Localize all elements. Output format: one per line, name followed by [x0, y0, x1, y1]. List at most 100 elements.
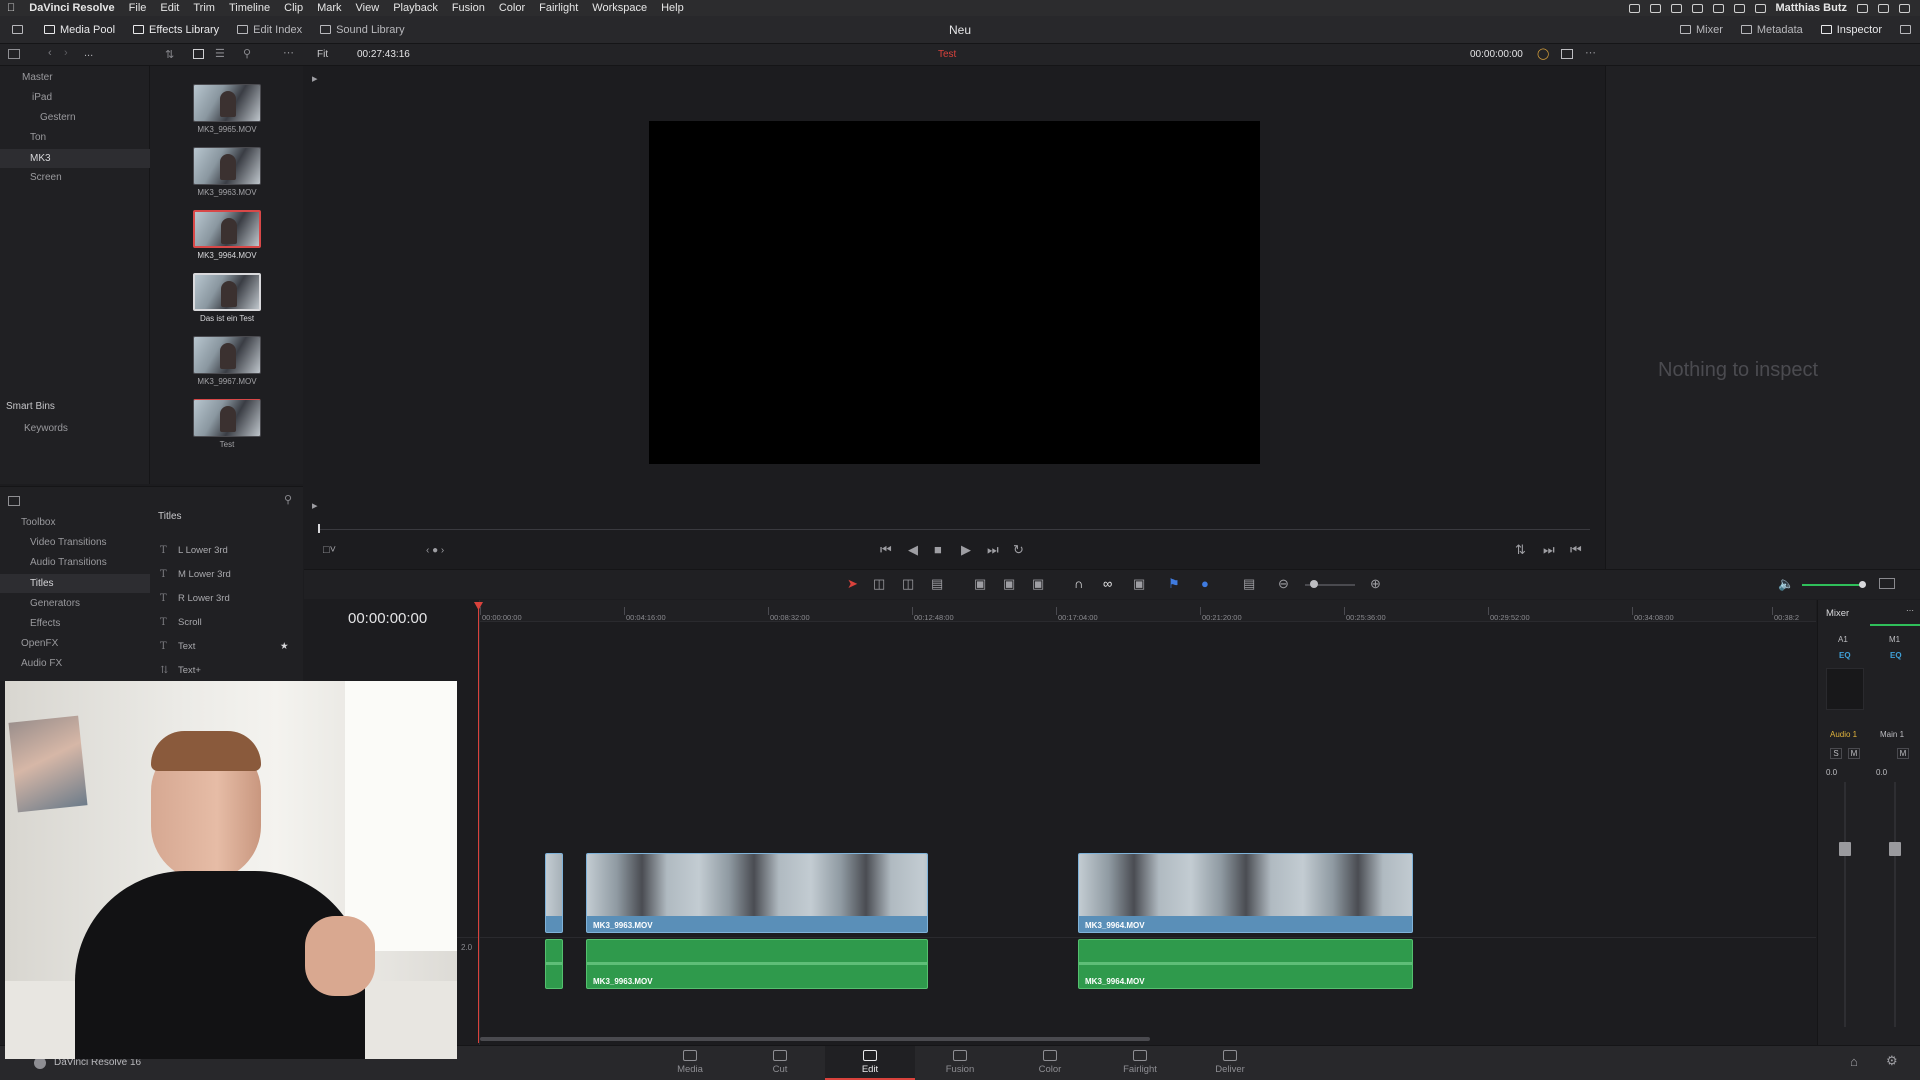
toolbox-audiofx[interactable]: Audio FX — [21, 658, 62, 669]
toolbox-titles[interactable]: Titles — [0, 574, 150, 593]
audio-clip[interactable]: MK3_9963.MOV — [586, 939, 928, 989]
replace-clip-icon[interactable]: ▣ — [1032, 576, 1044, 592]
title-item[interactable]: T M Lower 3rd — [160, 569, 231, 580]
page-tab-fairlight[interactable]: Fairlight — [1095, 1046, 1185, 1080]
title-item[interactable]: T Scroll — [160, 617, 202, 628]
title-item[interactable]: T Text ★ — [160, 641, 289, 652]
bin-list-toggle-icon[interactable] — [8, 49, 20, 59]
page-tab-fusion[interactable]: Fusion — [915, 1046, 1005, 1080]
viewer-fit-select[interactable]: Fit — [317, 49, 328, 60]
timeline-ruler[interactable] — [480, 600, 1816, 622]
viewer-sync-icon[interactable]: ◯ — [1537, 47, 1549, 60]
more-options-icon[interactable]: ⋯ — [283, 46, 294, 59]
viewer-frame[interactable] — [649, 121, 1260, 464]
time-machine-icon[interactable] — [1691, 3, 1703, 13]
clock-icon[interactable] — [1754, 3, 1766, 13]
toolbox-video-transitions[interactable]: Video Transitions — [30, 537, 107, 548]
clip-item[interactable]: Test — [192, 399, 262, 449]
clip-item[interactable]: MK3_9965.MOV — [192, 84, 262, 134]
viewer-side-toggle-icon[interactable]: ▸ — [312, 72, 318, 85]
audio-clip[interactable]: MK3_9964.MOV — [1078, 939, 1413, 989]
spotlight-search-icon[interactable] — [1857, 3, 1868, 13]
bin-master[interactable]: Master — [22, 72, 53, 83]
loop-icon[interactable]: ↻ — [1013, 542, 1024, 558]
mute-button[interactable]: M — [1897, 748, 1909, 759]
volume-slider-handle[interactable] — [1859, 581, 1866, 588]
page-tab-edit[interactable]: Edit — [825, 1046, 915, 1080]
menu-playback[interactable]: Playback — [386, 2, 445, 14]
timeline-playhead[interactable] — [478, 603, 479, 1043]
viewer-playhead[interactable] — [318, 524, 320, 533]
menu-help[interactable]: Help — [654, 2, 691, 14]
workspace-menu-button[interactable] — [1891, 16, 1920, 43]
eq-button[interactable]: EQ — [1890, 651, 1902, 660]
sound-library-button[interactable]: Sound Library — [311, 16, 414, 43]
menu-mark[interactable]: Mark — [310, 2, 348, 14]
cloud-icon[interactable] — [1670, 3, 1682, 13]
clip-item[interactable]: MK3_9964.MOV — [192, 210, 262, 260]
list-view-icon[interactable]: ☰ — [215, 47, 225, 60]
zoom-slider-handle[interactable] — [1310, 580, 1318, 588]
volume-slider[interactable] — [1802, 584, 1864, 586]
title-item[interactable]: T L Lower 3rd — [160, 545, 228, 556]
mixer-more-icon[interactable]: ⋯ — [1906, 606, 1914, 615]
reverse-icon[interactable]: ◀ — [908, 542, 918, 558]
mute-button[interactable]: M — [1848, 748, 1860, 759]
bin-gestern[interactable]: Gestern — [40, 112, 76, 123]
linked-selection-icon[interactable]: ∞ — [1103, 576, 1112, 591]
effects-panel-toggle-icon[interactable] — [8, 496, 20, 506]
project-settings-gear-icon[interactable]: ⚙ — [1886, 1053, 1898, 1069]
toolbox-audio-transitions[interactable]: Audio Transitions — [30, 557, 107, 568]
title-item[interactable]: T R Lower 3rd — [160, 593, 230, 604]
zoom-out-icon[interactable]: ⊖ — [1278, 576, 1289, 592]
toolbox-generators[interactable]: Generators — [30, 598, 80, 609]
edit-index-button[interactable]: Edit Index — [228, 16, 311, 43]
trim-tool-icon[interactable]: ◫ — [873, 576, 885, 592]
bin-ton[interactable]: Ton — [30, 132, 46, 143]
dynamic-trim-icon[interactable]: ◫ — [902, 576, 914, 592]
menu-trim[interactable]: Trim — [186, 2, 222, 14]
menu-clip[interactable]: Clip — [277, 2, 310, 14]
pan-control[interactable] — [1826, 668, 1864, 710]
menu-edit[interactable]: Edit — [153, 2, 186, 14]
main-1-fader[interactable] — [1889, 842, 1901, 856]
next-edit-icon[interactable]: ⏭ — [1543, 542, 1555, 558]
screen-record-icon[interactable] — [1628, 3, 1640, 13]
prev-edit-icon[interactable]: ⏮ — [1570, 542, 1582, 558]
overwrite-clip-icon[interactable]: ▣ — [1003, 576, 1015, 592]
favorite-star-icon[interactable]: ★ — [280, 641, 289, 652]
play-icon[interactable]: ▶ — [961, 542, 971, 558]
snapping-icon[interactable]: ∩ — [1074, 576, 1083, 591]
creative-cloud-icon[interactable] — [1649, 3, 1661, 13]
timeline-scrollbar[interactable] — [480, 1037, 1150, 1041]
menu-timeline[interactable]: Timeline — [222, 2, 277, 14]
bin-screen[interactable]: Screen — [30, 172, 62, 183]
title-item[interactable]: ⇅ Text+ — [160, 665, 201, 676]
metadata-button[interactable]: Metadata — [1732, 16, 1812, 43]
position-lock-icon[interactable]: ▣ — [1133, 576, 1145, 592]
project-manager-home-icon[interactable]: ⌂ — [1850, 1054, 1858, 1069]
inspector-button[interactable]: Inspector — [1812, 16, 1891, 43]
menu-fusion[interactable]: Fusion — [445, 2, 492, 14]
zoom-in-icon[interactable]: ⊕ — [1370, 576, 1381, 592]
page-tab-deliver[interactable]: Deliver — [1185, 1046, 1275, 1080]
viewer-options-icon[interactable]: □˅ — [323, 544, 336, 556]
viewer-more-icon[interactable]: ⋯ — [1585, 46, 1596, 59]
apple-icon[interactable]:  — [0, 2, 22, 14]
menu-file[interactable]: File — [122, 2, 154, 14]
toolbox-effects[interactable]: Effects — [30, 618, 60, 629]
search-icon[interactable]: ⚲ — [243, 47, 251, 60]
page-tab-cut[interactable]: Cut — [735, 1046, 825, 1080]
menu-app-name[interactable]: DaVinci Resolve — [22, 2, 121, 14]
bin-path-ellipsis[interactable]: ... — [84, 47, 93, 59]
page-tab-color[interactable]: Color — [1005, 1046, 1095, 1080]
blade-tool-icon[interactable]: ▤ — [931, 576, 943, 592]
page-tab-media[interactable]: Media — [645, 1046, 735, 1080]
menu-workspace[interactable]: Workspace — [585, 2, 654, 14]
jog-control-icon[interactable]: ‹ ● › — [426, 545, 444, 556]
go-to-start-icon[interactable]: ⏮ — [880, 542, 892, 558]
media-pool-button[interactable]: Media Pool — [35, 16, 124, 43]
viewer-scrubber[interactable] — [318, 529, 1590, 530]
panel-toggle-button[interactable] — [0, 16, 35, 43]
toolbox-root[interactable]: Toolbox — [21, 517, 55, 528]
